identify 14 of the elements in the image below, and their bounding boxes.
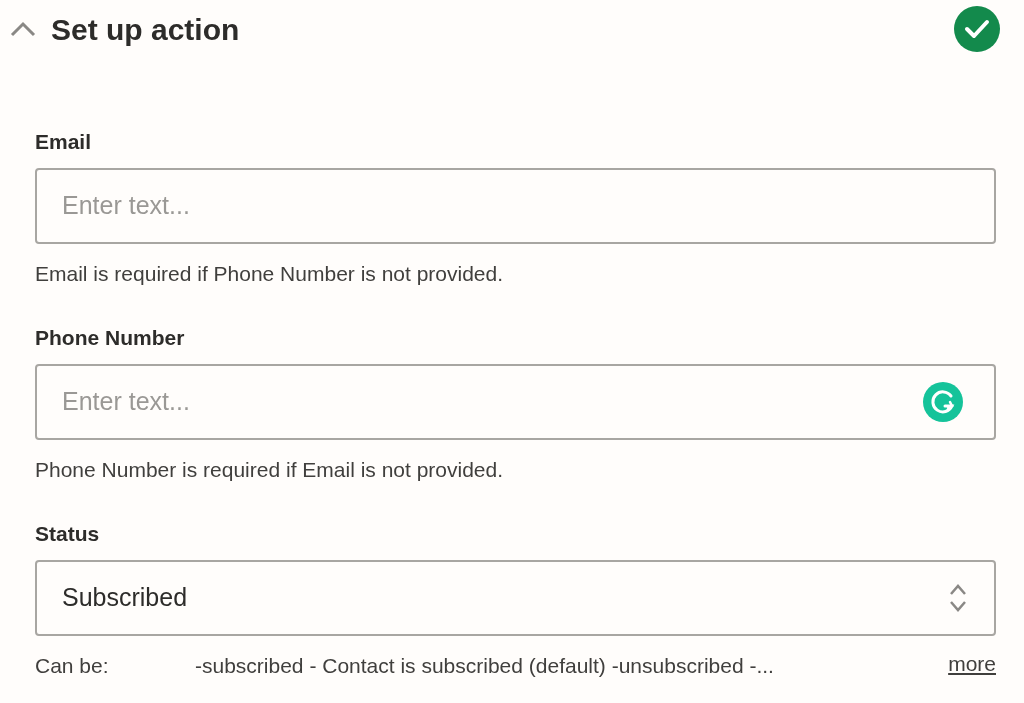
field-label: Phone Number [35,325,186,351]
text-field[interactable]: Enter text... [35,167,996,244]
field-label: Status [35,521,101,547]
status-select[interactable]: Subscribed [35,559,996,636]
text-field[interactable]: Enter text... [35,363,996,440]
chevron-up-icon[interactable] [10,21,36,37]
help-text: Phone Number is required if Email is not provided. [35,456,505,483]
help-text: Email is required if Phone Number is not provided. [35,260,505,287]
help-label: Can be: [35,652,110,679]
section-title: Set up action [51,11,240,48]
help-text: -subscribed - Contact is subscribed (default) -unsubscribed -... [195,652,774,679]
grammarly-icon[interactable] [923,381,963,422]
field-label: Email [35,129,93,155]
more-link[interactable]: more [948,647,996,679]
